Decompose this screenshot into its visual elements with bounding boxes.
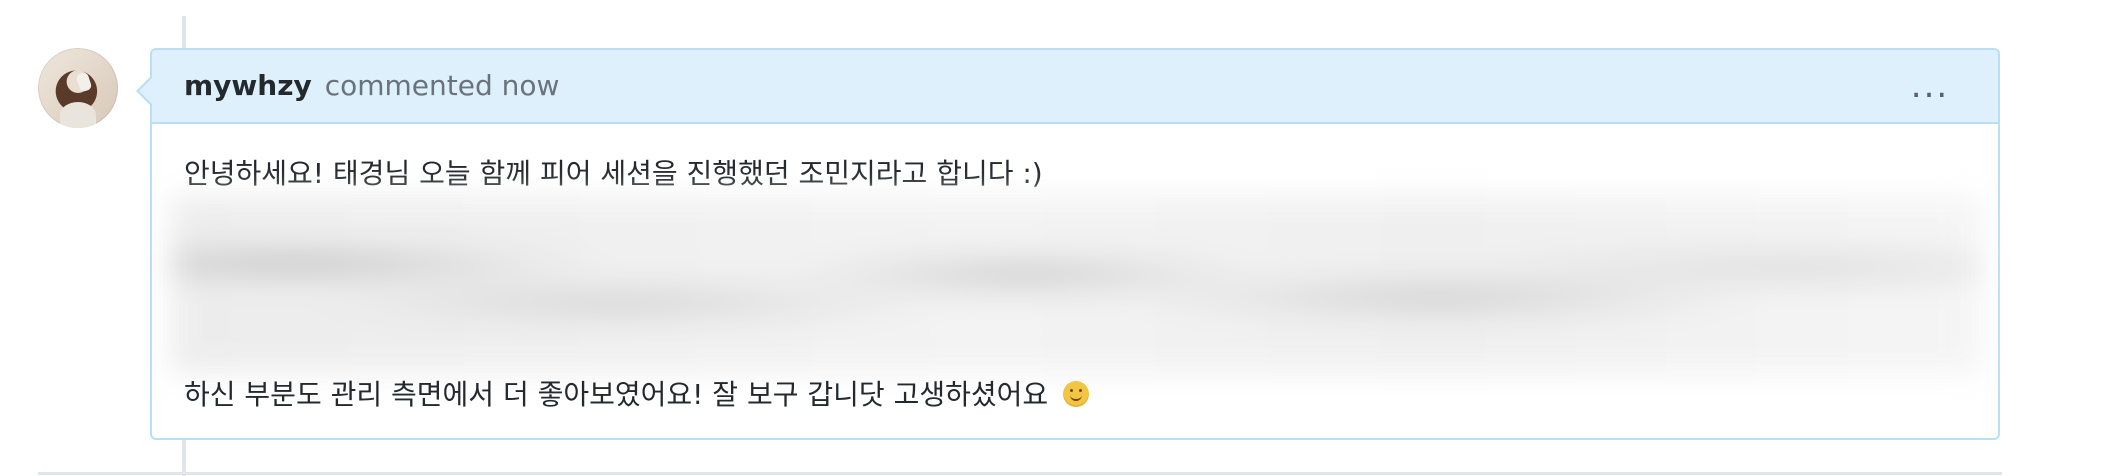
comment-line-2-text: 하신 부분도 관리 측면에서 더 좋아보였어요! 잘 보구 갑니닷 고생하셨어요 bbox=[184, 378, 1049, 411]
comment-header: mywhzy commented now ... bbox=[152, 50, 1998, 124]
avatar-shirt bbox=[60, 102, 96, 128]
author-line: mywhzy commented now bbox=[184, 72, 559, 100]
avatar[interactable] bbox=[38, 48, 118, 128]
avatar-hand bbox=[75, 71, 93, 93]
comment-line-1: 안녕하세요! 태경님 오늘 함께 피어 세션을 진행했던 조민지라고 합니다 :… bbox=[184, 157, 1043, 190]
comment-body: 안녕하세요! 태경님 오늘 함께 피어 세션을 진행했던 조민지라고 합니다 :… bbox=[152, 124, 1998, 411]
smiling-face-icon bbox=[1063, 381, 1090, 407]
more-options-button[interactable]: ... bbox=[1910, 69, 1950, 103]
author-name[interactable]: mywhzy bbox=[184, 69, 312, 102]
bottom-divider bbox=[38, 472, 2002, 475]
blurred-comment-content bbox=[171, 196, 1983, 374]
comment-meta: commented now bbox=[324, 69, 560, 102]
comment-line-2: 하신 부분도 관리 측면에서 더 좋아보였어요! 잘 보구 갑니닷 고생하셨어요 bbox=[184, 377, 1090, 413]
comment-card: mywhzy commented now ... 안녕하세요! 태경님 오늘 함… bbox=[136, 48, 2000, 440]
